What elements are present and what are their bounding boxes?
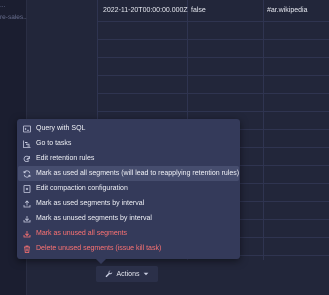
gantt-chart-icon	[23, 140, 31, 148]
menu-item-mark-as-used-segments-by-interval[interactable]: Mark as used segments by interval	[18, 196, 239, 211]
menu-item-label: Mark as unused segments by interval	[36, 215, 152, 222]
menu-item-label: Mark as used all segments (will lead to …	[36, 170, 240, 177]
table-row[interactable]	[97, 94, 329, 112]
actions-button-label: Actions	[116, 270, 140, 278]
compressed-icon	[23, 184, 31, 193]
menu-item-mark-as-unused-all-segments[interactable]: Mark as unused all segments	[18, 226, 239, 241]
flag-cell: false	[191, 7, 206, 14]
import-icon	[23, 215, 31, 223]
menu-item-label: Go to tasks	[36, 140, 72, 147]
menu-item-query-with-sql[interactable]: Query with SQL	[18, 121, 239, 136]
time-cell: 2022-11-20T00:00:00.000Z	[103, 7, 188, 14]
menu-item-label: Mark as used segments by interval	[36, 200, 145, 207]
trash-icon	[23, 245, 31, 253]
popover-arrow	[96, 259, 106, 264]
automatic-updates-icon	[23, 155, 31, 163]
console-icon	[23, 125, 31, 133]
caret-down-icon	[144, 272, 149, 276]
menu-item-edit-compaction-configuration[interactable]: Edit compaction configuration	[18, 181, 239, 196]
import-icon	[23, 230, 31, 238]
refresh-icon	[23, 169, 31, 178]
sidebar-item[interactable]: ...	[0, 2, 5, 9]
table-row[interactable]	[97, 22, 329, 40]
app-root: ... re-sales... 2022-11-20T00:00:00.000Z…	[0, 0, 329, 295]
table-row[interactable]: 2022-11-20T00:00:00.000Z false #ar.wikip…	[97, 0, 329, 22]
menu-item-label: Edit compaction configuration	[36, 185, 128, 192]
menu-item-label: Query with SQL	[36, 125, 86, 132]
menu-item-go-to-tasks[interactable]: Go to tasks	[18, 136, 239, 151]
menu-item-label: Delete unused segments (issue kill task)	[36, 245, 162, 252]
menu-item-label: Edit retention rules	[36, 155, 95, 162]
menu-item-mark-as-unused-segments-by-interval[interactable]: Mark as unused segments by interval	[18, 211, 239, 226]
table-row[interactable]	[97, 76, 329, 94]
menu-item-edit-retention-rules[interactable]: Edit retention rules	[18, 151, 239, 166]
wrench-icon	[105, 270, 112, 278]
menu-item-mark-as-used-all-segments[interactable]: Mark as used all segments (will lead to …	[18, 166, 239, 181]
menu-item-delete-unused-segments[interactable]: Delete unused segments (issue kill task)	[18, 241, 239, 256]
table-row[interactable]	[97, 40, 329, 58]
table-row[interactable]	[97, 58, 329, 76]
actions-button[interactable]: Actions	[96, 266, 158, 282]
channel-cell: #ar.wikipedia	[267, 7, 308, 14]
export-icon	[23, 199, 31, 208]
actions-menu: Query with SQL Go to tasks Edit retentio…	[17, 119, 240, 259]
menu-item-label: Mark as unused all segments	[36, 230, 128, 237]
sidebar-item[interactable]: re-sales...	[0, 14, 29, 21]
